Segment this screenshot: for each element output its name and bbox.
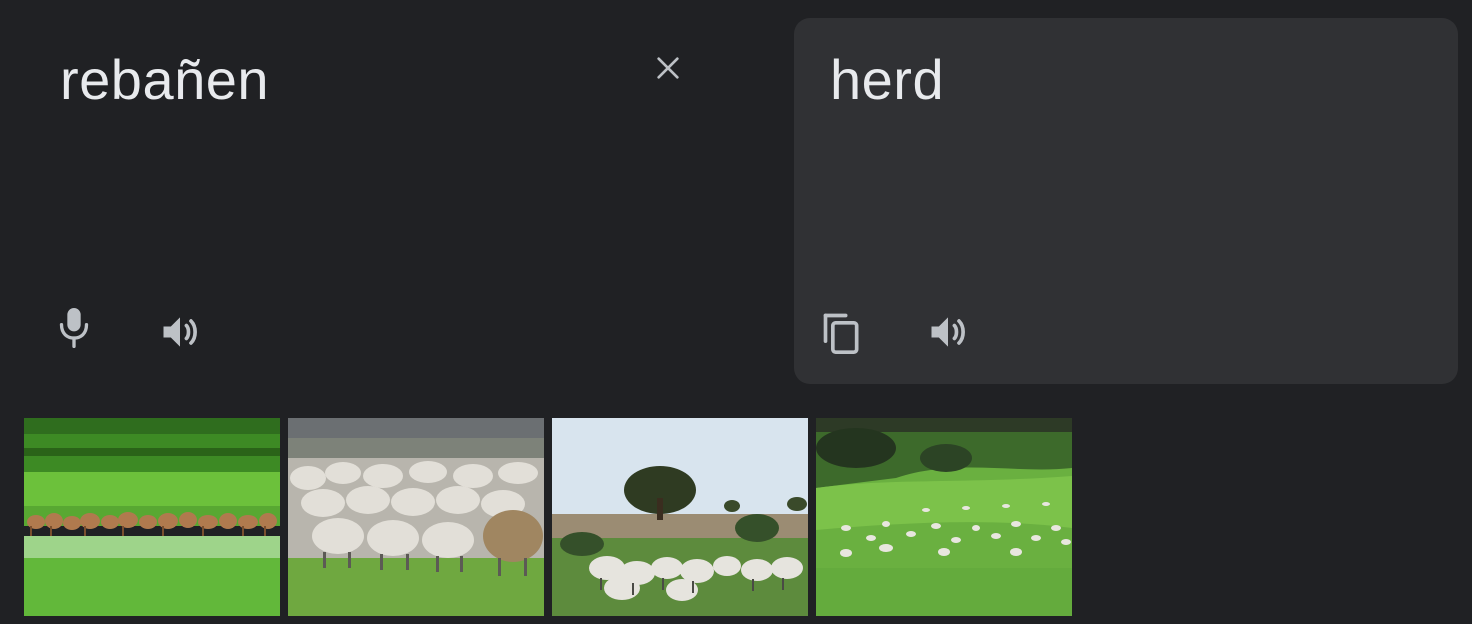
sheep-herd-image[interactable] xyxy=(288,418,544,616)
target-panel: herd xyxy=(794,18,1458,384)
sheep-herd-image[interactable] xyxy=(24,418,280,616)
source-panel: rebañen xyxy=(0,0,790,390)
microphone-icon xyxy=(59,308,89,348)
translation-text: herd xyxy=(830,48,945,111)
image-results xyxy=(24,418,1072,616)
source-text-input[interactable]: rebañen xyxy=(60,48,269,112)
copy-icon xyxy=(823,313,859,354)
close-icon xyxy=(657,57,679,79)
listen-source-button[interactable] xyxy=(154,306,206,358)
speaker-icon xyxy=(163,317,197,347)
copy-translation-button[interactable] xyxy=(816,306,868,358)
clear-source-button[interactable] xyxy=(644,44,692,92)
listen-translation-button[interactable] xyxy=(922,306,974,358)
sheep-herd-image[interactable] xyxy=(552,418,808,616)
speaker-icon xyxy=(931,317,965,347)
voice-input-button[interactable] xyxy=(48,302,100,354)
sheep-herd-image[interactable] xyxy=(816,418,1072,616)
